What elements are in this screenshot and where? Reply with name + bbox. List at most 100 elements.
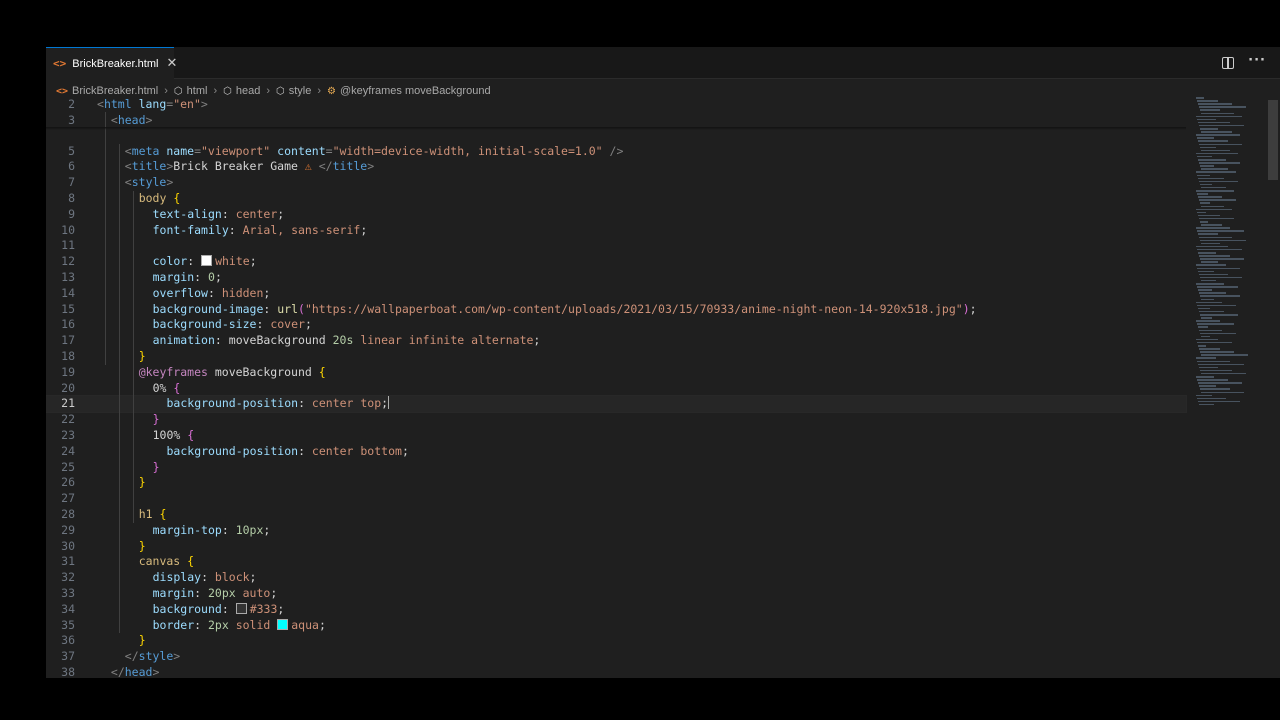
code-token: moveBackground — [228, 333, 333, 348]
keyframes-icon: ⚙ — [327, 85, 336, 97]
code-token: aqua — [291, 617, 319, 632]
line-number: 17 — [61, 333, 75, 348]
vertical-scrollbar[interactable] — [1268, 100, 1278, 180]
code-line[interactable]: 25} — [46, 460, 1186, 476]
code-line[interactable]: 35 border: 2px solid aqua; — [46, 618, 1186, 634]
color-swatch[interactable] — [201, 255, 213, 267]
code-text: } — [139, 633, 146, 649]
code-line[interactable]: 19 @keyframes moveBackground { — [46, 365, 1186, 381]
split-editor-icon[interactable] — [1222, 57, 1235, 69]
code-line[interactable]: 28 h1 { — [46, 507, 1186, 523]
code-text: background-position: center bottom; — [167, 444, 409, 460]
code-token: background-position — [166, 443, 299, 458]
code-line[interactable]: 38 </head> — [46, 665, 1186, 678]
minimap-line — [1197, 379, 1228, 381]
minimap-line — [1199, 403, 1214, 406]
minimap-line — [1197, 267, 1240, 269]
code-line[interactable]: 34 background: #333; — [46, 602, 1186, 618]
code-token: 0% — [152, 380, 174, 395]
minimap-line — [1200, 146, 1216, 149]
code-line[interactable]: 33 margin: 20px auto; — [46, 586, 1186, 602]
code-line[interactable]: 8 body { — [46, 191, 1186, 207]
color-swatch[interactable] — [277, 618, 289, 630]
minimap[interactable] — [1194, 97, 1262, 417]
minimap-line — [1198, 289, 1212, 291]
code-token: #333 — [249, 601, 278, 616]
code-line[interactable]: 30} — [46, 539, 1186, 555]
breadcrumb-item[interactable]: ⬡ style — [276, 85, 311, 97]
minimap-line — [1200, 276, 1242, 279]
code-token: { — [173, 380, 181, 395]
code-line[interactable]: 14 overflow: hidden; — [46, 286, 1186, 302]
code-line[interactable]: 32 display: block; — [46, 570, 1186, 586]
minimap-line — [1199, 199, 1236, 201]
minimap-line — [1196, 115, 1242, 118]
minimap-line — [1196, 171, 1236, 173]
code-line[interactable]: 31 canvas { — [46, 554, 1186, 570]
code-token: } — [152, 412, 160, 427]
code-token: ; — [318, 617, 326, 632]
more-actions-icon[interactable]: ··· — [1248, 54, 1266, 69]
line-number: 25 — [61, 459, 75, 474]
code-line[interactable]: 18} — [46, 349, 1186, 365]
minimap-line — [1198, 345, 1206, 347]
code-line[interactable]: 10 font-family: Arial, sans-serif; — [46, 223, 1186, 239]
code-token: < — [124, 159, 132, 174]
minimap-line — [1201, 168, 1228, 170]
code-line[interactable]: 16 background-size: cover; — [46, 317, 1186, 333]
code-line[interactable]: 22} — [46, 412, 1186, 428]
breadcrumb-label: style — [288, 85, 312, 97]
code-line[interactable]: 27 — [46, 491, 1186, 507]
code-line[interactable]: 2 <html lang="en"> — [46, 97, 1186, 113]
line-number: 11 — [61, 238, 75, 253]
code-line[interactable]: 11 — [46, 238, 1186, 254]
minimap-line — [1200, 221, 1208, 223]
breadcrumb-item[interactable]: <> BrickBreaker.html — [56, 85, 158, 97]
minimap-line — [1199, 162, 1240, 164]
code-line[interactable]: 26} — [46, 475, 1186, 491]
code-line[interactable]: 13 margin: 0; — [46, 270, 1186, 286]
code-line[interactable]: 29 margin-top: 10px; — [46, 523, 1186, 539]
code-line[interactable]: 36} — [46, 633, 1186, 649]
line-number: 18 — [61, 349, 75, 363]
line-number: 15 — [61, 301, 75, 316]
code-line[interactable]: 20 0% { — [46, 381, 1186, 397]
code-token: } — [138, 538, 146, 553]
code-line[interactable]: 17 animation: moveBackground 20s linear i… — [46, 333, 1186, 349]
code-token: lang — [138, 97, 167, 111]
code-line[interactable]: 6 <title>Brick Breaker Game ⚠ </title> — [46, 159, 1186, 175]
code-line[interactable]: 7 <style> — [46, 175, 1186, 191]
code-token: "https://wallpaperboat.com/wp-content/up… — [304, 301, 963, 316]
breadcrumb-item[interactable]: ⬡ head — [223, 85, 260, 97]
code-token: ; — [277, 601, 285, 616]
text-cursor — [388, 396, 390, 410]
close-icon[interactable]: ✕ — [166, 56, 177, 71]
code-token: > — [152, 665, 160, 678]
tab-brickbreaker-html[interactable]: <> BrickBreaker.html ✕ — [46, 47, 177, 79]
code-token: @keyframes — [138, 364, 215, 379]
minimap-line — [1199, 180, 1238, 183]
minimap-line — [1198, 140, 1228, 142]
breadcrumb-item[interactable]: ⚙ @keyframes moveBackground — [327, 85, 491, 97]
code-line[interactable]: 12 color: white; — [46, 254, 1186, 270]
color-swatch[interactable] — [235, 602, 247, 614]
code-text: } — [139, 475, 146, 491]
line-number: 30 — [61, 538, 75, 553]
html-file-icon: <> — [56, 85, 69, 97]
minimap-line — [1201, 317, 1212, 319]
code-token: > — [166, 175, 174, 190]
code-line[interactable]: 15 background-image: url("https://wallpap… — [46, 302, 1186, 318]
minimap-line — [1197, 230, 1244, 232]
breadcrumb-item[interactable]: ⬡ html — [174, 85, 208, 97]
code-line[interactable]: 21 background-position: center top; — [46, 395, 1187, 414]
line-number: 5 — [68, 143, 75, 158]
code-line[interactable]: 37 </style> — [46, 649, 1186, 665]
minimap-line — [1197, 341, 1232, 344]
code-token: content — [277, 143, 326, 158]
code-line[interactable]: 9 text-align: center; — [46, 207, 1186, 223]
code-line[interactable]: 24 background-position: center bottom; — [46, 444, 1186, 460]
code-line[interactable]: 23 100% { — [46, 428, 1186, 444]
code-line[interactable]: 5 <meta name="viewport" content="width=de… — [46, 144, 1186, 160]
minimap-line — [1200, 314, 1238, 316]
